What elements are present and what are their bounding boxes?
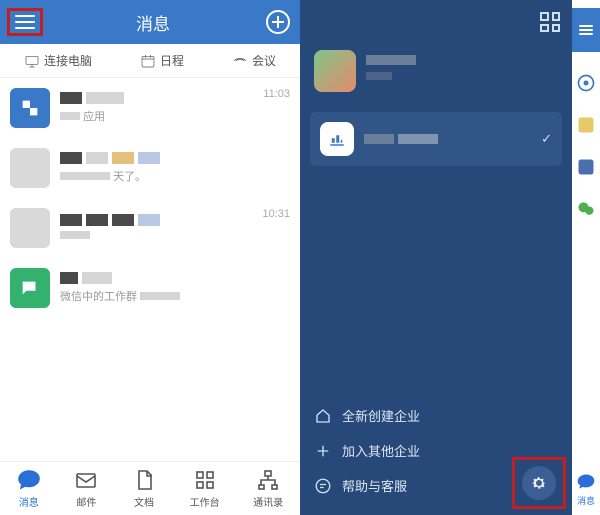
tab-label: 工作台 (190, 494, 220, 509)
tab-messages[interactable]: 消息 (17, 468, 41, 509)
shortcut-row: 连接电脑 日程 会议 (0, 44, 300, 78)
meeting-icon (232, 53, 248, 69)
tab-label: 文档 (134, 494, 154, 509)
check-icon: ✓ (541, 131, 552, 147)
profile-row[interactable] (300, 44, 572, 98)
profile-avatar (314, 50, 356, 92)
app-pane-messages: 消息 连接电脑 日程 会议 应用 11:03 (0, 0, 300, 515)
peek-avatar (575, 156, 597, 178)
drawer-top (300, 0, 572, 44)
settings-button[interactable] (522, 466, 556, 500)
avatar (10, 268, 50, 308)
avatar (10, 208, 50, 248)
avatar (10, 88, 50, 128)
shortcut-schedule[interactable]: 日程 (140, 52, 184, 69)
menu-label: 加入其他企业 (342, 441, 420, 460)
shortcut-label: 日程 (160, 52, 184, 69)
gear-icon (530, 474, 548, 492)
current-org-row[interactable]: ✓ (310, 112, 562, 166)
monitor-icon (24, 53, 40, 69)
new-message-button[interactable] (266, 10, 290, 34)
mail-icon (74, 468, 98, 492)
peek-header (572, 8, 600, 52)
home-icon (314, 407, 332, 425)
drawer-menu: 全新创建企业 加入其他企业 帮助与客服 (300, 398, 572, 515)
header-bar: 消息 (0, 0, 300, 44)
tab-docs[interactable]: 文档 (132, 468, 156, 509)
chat-time: 11:03 (263, 88, 290, 100)
menu-label: 全新创建企业 (342, 406, 420, 425)
tab-mail[interactable]: 邮件 (74, 468, 98, 509)
menu-label: 帮助与客服 (342, 476, 407, 495)
tab-label: 通讯录 (253, 494, 283, 509)
side-drawer: ✓ 全新创建企业 加入其他企业 帮助与客服 (300, 0, 572, 515)
avatar (10, 148, 50, 188)
org-icon (320, 122, 354, 156)
page-title: 消息 (40, 10, 266, 35)
chat-preview: 应用 (60, 92, 290, 124)
org-icon (256, 468, 280, 492)
shortcut-label: 会议 (252, 52, 276, 69)
tab-workbench[interactable]: 工作台 (190, 468, 220, 509)
wechat-icon (575, 198, 597, 220)
tab-label: 消息 (19, 494, 39, 509)
chat-preview (60, 214, 290, 242)
profile-text (366, 55, 416, 87)
underlying-app-strip: 消息 (572, 0, 600, 515)
doc-icon (132, 468, 156, 492)
tab-contacts[interactable]: 通讯录 (253, 468, 283, 509)
settings-button-highlight (512, 457, 566, 509)
peek-tab-messages[interactable]: 消息 (576, 472, 596, 507)
shortcut-meeting[interactable]: 会议 (232, 52, 276, 69)
chat-row[interactable]: 微信中的工作群 (0, 258, 300, 318)
tab-label: 消息 (577, 494, 595, 507)
menu-button-highlight[interactable] (7, 8, 43, 36)
peek-app-icon (575, 72, 597, 94)
chat-row[interactable]: 天了。 (0, 138, 300, 198)
chat-time: 10:31 (262, 208, 290, 220)
tab-label: 邮件 (76, 494, 96, 509)
chat-preview: 微信中的工作群 (60, 272, 290, 304)
org-name (364, 132, 438, 147)
help-icon (314, 477, 332, 495)
shortcut-connect-pc[interactable]: 连接电脑 (24, 52, 92, 69)
menu-item-create-enterprise[interactable]: 全新创建企业 (314, 398, 558, 433)
plus-icon (314, 442, 332, 460)
chat-preview: 天了。 (60, 152, 290, 184)
calendar-icon (140, 53, 156, 69)
chat-row[interactable]: 应用 11:03 (0, 78, 300, 138)
chat-bubble-icon (17, 468, 41, 492)
hamburger-icon (579, 25, 593, 35)
peek-avatar (575, 114, 597, 136)
chat-row[interactable]: 10:31 (0, 198, 300, 258)
chat-list: 应用 11:03 天了。 10:31 微信中的工作群 (0, 78, 300, 461)
qr-code-button[interactable] (540, 12, 560, 32)
hamburger-icon (15, 15, 35, 29)
grid-icon (193, 468, 217, 492)
bottom-tab-bar: 消息 邮件 文档 工作台 通讯录 (0, 461, 300, 515)
drawer-pane: ✓ 全新创建企业 加入其他企业 帮助与客服 (300, 0, 572, 515)
shortcut-label: 连接电脑 (44, 52, 92, 69)
chat-bubble-icon (576, 472, 596, 492)
